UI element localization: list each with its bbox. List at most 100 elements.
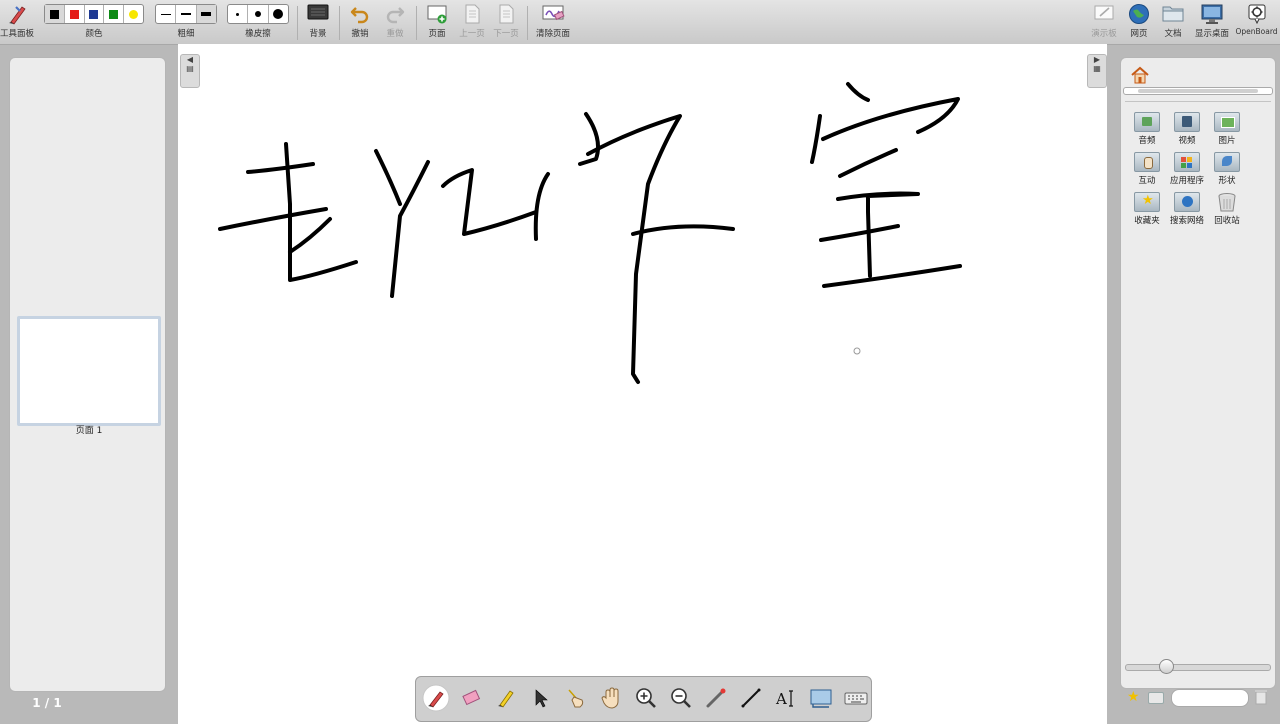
selector-tool-button[interactable] <box>526 683 556 713</box>
delete-trash-icon[interactable] <box>1255 689 1267 705</box>
picture-glyph-icon <box>1221 117 1235 128</box>
web-button[interactable]: 网页 <box>1123 0 1155 44</box>
undo-button[interactable]: 撤销 <box>344 0 376 44</box>
color-chip <box>89 9 99 19</box>
zoom-slider-track[interactable] <box>1125 664 1271 671</box>
page-thumbnail[interactable] <box>17 316 161 426</box>
line-tool-button[interactable] <box>736 683 766 713</box>
pointing-hand-icon <box>568 689 584 708</box>
add-favorite-star-icon[interactable]: ★ <box>1127 689 1140 705</box>
openboard-menu-button[interactable]: OpenBoard <box>1235 0 1278 44</box>
undo-label: 撤销 <box>351 29 369 39</box>
show-board-button[interactable]: 演示板 <box>1088 0 1120 44</box>
web-search-folder-icon <box>1174 192 1200 212</box>
clear-page-button[interactable]: 清除页面 <box>531 0 575 44</box>
zoom-slider-handle[interactable] <box>1159 659 1174 674</box>
color-chip <box>129 9 139 19</box>
pen-tool-button[interactable] <box>421 683 451 713</box>
library-favorites[interactable]: ★ 收藏夹 <box>1125 192 1169 226</box>
highlighter-icon <box>498 690 514 708</box>
virtual-keyboard-button[interactable] <box>841 683 871 713</box>
library-scrollbar-thumb[interactable] <box>1138 89 1258 93</box>
home-icon[interactable] <box>1130 66 1150 84</box>
redo-arrow-icon <box>386 7 405 24</box>
show-board-label: 演示板 <box>1091 29 1117 39</box>
width-line <box>160 13 171 15</box>
zoom-in-button[interactable] <box>631 683 661 713</box>
eraser-medium-option[interactable] <box>248 5 269 23</box>
app-tile-icon <box>1187 157 1192 162</box>
new-folder-icon[interactable] <box>1148 692 1164 704</box>
eraser-tool-button[interactable] <box>456 683 486 713</box>
pen-icon <box>422 684 450 712</box>
previous-page-icon <box>465 4 480 24</box>
library-trash[interactable]: 回收站 <box>1205 192 1249 226</box>
collapse-left-panel-button[interactable]: ◀ ▤ <box>180 54 200 88</box>
zoom-out-button[interactable] <box>666 683 696 713</box>
eraser-size-options <box>227 4 289 24</box>
add-page-button[interactable]: 页面 <box>421 0 453 44</box>
svg-text:A: A <box>775 690 787 708</box>
text-tool-button[interactable]: A <box>771 683 801 713</box>
laser-pointer-button[interactable] <box>701 683 731 713</box>
text-icon: A <box>775 690 793 708</box>
tools-panel-button[interactable]: 工具面板 <box>0 0 34 44</box>
library-interactive[interactable]: 互动 <box>1125 152 1169 186</box>
app-tile-icon <box>1181 157 1186 162</box>
library-search-input[interactable] <box>1171 689 1249 707</box>
capture-screen-icon <box>810 689 832 708</box>
tools-panel-label: 工具面板 <box>0 29 35 39</box>
gear-icon <box>1248 4 1265 25</box>
library-web-search[interactable]: 搜索网络 <box>1165 192 1209 226</box>
openboard-label: OpenBoard <box>1235 27 1278 36</box>
next-page-button[interactable]: 下一页 <box>490 0 522 44</box>
library-pictures[interactable]: 图片 <box>1205 112 1249 146</box>
collapse-right-panel-button[interactable]: ▶ ▦ <box>1087 54 1107 88</box>
color-green-swatch[interactable] <box>104 5 125 23</box>
width-medium-option[interactable] <box>176 5 197 23</box>
previous-page-button[interactable]: 上一页 <box>456 0 488 44</box>
audio-glyph-icon <box>1142 117 1152 126</box>
interact-tool-button[interactable] <box>561 683 591 713</box>
width-thin-option[interactable] <box>156 5 177 23</box>
library-item-label: 收藏夹 <box>1134 216 1160 226</box>
color-chip <box>69 9 79 19</box>
library-shapes[interactable]: 形状 <box>1205 152 1249 186</box>
redo-button[interactable]: 重做 <box>379 0 411 44</box>
toolbar-separator <box>527 6 528 40</box>
eraser-group: 橡皮擦 <box>227 0 289 44</box>
eraser-label: 橡皮擦 <box>245 29 271 39</box>
color-yellow-swatch[interactable] <box>124 5 143 23</box>
background-label: 背景 <box>309 29 327 39</box>
star-icon: ★ <box>1142 193 1154 208</box>
library-audio[interactable]: 音频 <box>1125 112 1169 146</box>
undo-arrow-icon <box>350 7 369 24</box>
color-chip <box>109 9 119 19</box>
library-video[interactable]: 视频 <box>1165 112 1209 146</box>
eraser-large-option[interactable] <box>269 5 288 23</box>
eraser-dot <box>254 11 261 17</box>
eraser-small-option[interactable] <box>228 5 249 23</box>
show-desktop-button[interactable]: 显示桌面 <box>1191 0 1233 44</box>
documents-button[interactable]: 文档 <box>1157 0 1189 44</box>
library-divider <box>1125 101 1271 102</box>
color-blue-swatch[interactable] <box>85 5 105 23</box>
library-item-label: 回收站 <box>1214 216 1240 226</box>
favorites-folder-icon: ★ <box>1134 192 1160 212</box>
hand-tool-button[interactable] <box>596 683 626 713</box>
toolbar-separator <box>416 6 417 40</box>
width-label: 粗细 <box>177 29 195 39</box>
width-thick-option[interactable] <box>196 5 216 23</box>
library-applications[interactable]: 应用程序 <box>1165 152 1209 186</box>
highlighter-tool-button[interactable] <box>491 683 521 713</box>
color-red-swatch[interactable] <box>65 5 85 23</box>
capture-tool-button[interactable] <box>806 683 836 713</box>
background-button[interactable]: 背景 <box>302 0 334 44</box>
library-item-label: 应用程序 <box>1169 176 1204 186</box>
color-black-swatch[interactable] <box>45 5 65 23</box>
library-scrollbar-track[interactable] <box>1123 87 1273 95</box>
whiteboard-canvas[interactable] <box>178 44 1107 724</box>
clear-page-icon <box>542 5 565 21</box>
library-panel: 音频 视频 图片 互动 应用程序 形状 ★ 收藏夹 搜索网络 回收站 <box>1120 57 1276 689</box>
next-page-label: 下一页 <box>493 29 519 39</box>
